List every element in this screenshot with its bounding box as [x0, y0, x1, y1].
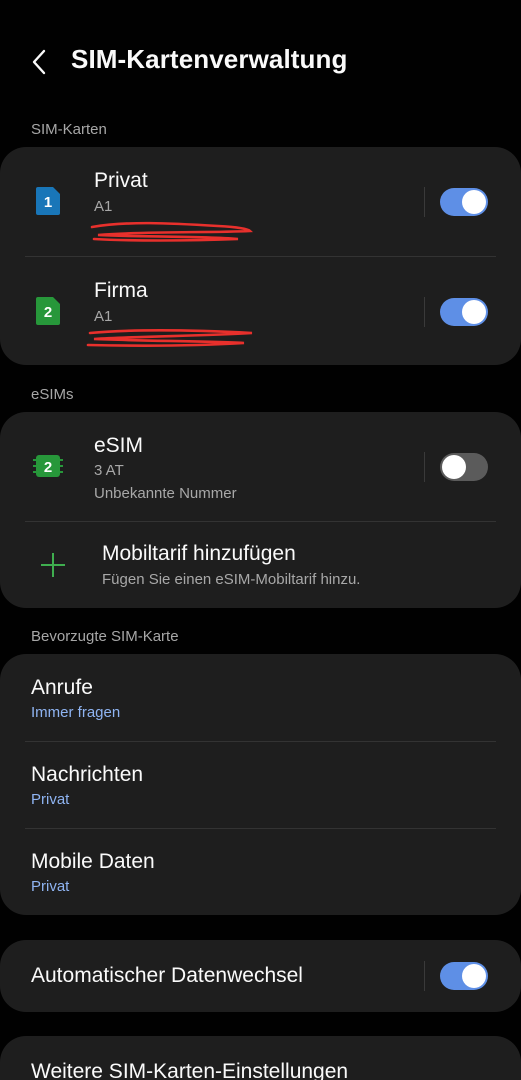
redaction-scribble [86, 329, 253, 347]
add-plan-subtitle: Fügen Sie einen eSIM-Mobiltarif hinzu. [102, 571, 361, 588]
messages-label: Nachrichten [31, 763, 144, 786]
more-sim-settings-row[interactable]: Weitere SIM-Karten-Einstellungen [0, 1036, 521, 1080]
esim-carrier: 3 AT [94, 462, 124, 479]
auto-data-switch-card: Automatischer Datenwechsel [0, 940, 521, 1012]
add-mobile-plan-row[interactable]: Mobiltarif hinzufügen Fügen Sie einen eS… [0, 522, 521, 608]
row-divider [424, 961, 425, 991]
back-arrow-icon[interactable] [26, 44, 56, 80]
section-label-preferred-sim: Bevorzugte SIM-Karte [31, 628, 179, 645]
auto-data-switch-label: Automatischer Datenwechsel [31, 964, 303, 987]
sim-cards-card: 1 Privat A1 2 Firma A1 [0, 147, 521, 365]
row-divider [424, 297, 425, 327]
calls-value: Immer fragen [31, 704, 121, 721]
mobile-data-value: Privat [31, 878, 70, 895]
redaction-scribble [90, 221, 254, 242]
add-plan-title: Mobiltarif hinzufügen [102, 542, 296, 565]
esim-toggle[interactable] [440, 453, 488, 481]
esim-name: eSIM [94, 434, 144, 457]
mobile-data-label: Mobile Daten [31, 850, 155, 873]
sim-carrier: A1 [94, 308, 113, 325]
esim-chip-icon: 2 [33, 455, 63, 477]
preferred-messages-row[interactable]: Nachrichten Privat [0, 741, 521, 828]
esim-row[interactable]: 2 eSIM 3 AT Unbekannte Nummer [0, 412, 521, 521]
plus-icon [41, 553, 65, 577]
sim-slot-label: 2 [44, 304, 52, 321]
row-divider [424, 452, 425, 482]
sim-name: Privat [94, 169, 148, 192]
section-label-esims: eSIMs [31, 386, 74, 403]
more-settings-label: Weitere SIM-Karten-Einstellungen [31, 1060, 349, 1080]
row-divider [424, 187, 425, 217]
sim-carrier: A1 [94, 198, 113, 215]
esims-card: 2 eSIM 3 AT Unbekannte Nummer Mobiltarif… [0, 412, 521, 608]
preferred-sim-card: Anrufe Immer fragen Nachrichten Privat M… [0, 654, 521, 915]
sim-card-row-privat[interactable]: 1 Privat A1 [0, 147, 521, 257]
sim-1-toggle[interactable] [440, 188, 488, 216]
preferred-mobile-data-row[interactable]: Mobile Daten Privat [0, 828, 521, 915]
top-app-bar: SIM-Kartenverwaltung [0, 0, 521, 125]
calls-label: Anrufe [31, 676, 93, 699]
auto-data-switch-toggle[interactable] [440, 962, 488, 990]
sim-slot-label: 1 [44, 194, 52, 211]
auto-data-switch-row[interactable]: Automatischer Datenwechsel [0, 940, 521, 1012]
preferred-calls-row[interactable]: Anrufe Immer fragen [0, 654, 521, 741]
page-title: SIM-Kartenverwaltung [71, 44, 348, 74]
messages-value: Privat [31, 791, 70, 808]
sim-name: Firma [94, 279, 148, 302]
more-settings-card: Weitere SIM-Karten-Einstellungen [0, 1036, 521, 1080]
sim-card-1-icon: 1 [36, 187, 60, 215]
esim-slot-label: 2 [44, 459, 52, 476]
esim-number: Unbekannte Nummer [94, 485, 237, 502]
sim-2-toggle[interactable] [440, 298, 488, 326]
section-label-sim-cards: SIM-Karten [31, 121, 107, 138]
sim-card-row-firma[interactable]: 2 Firma A1 [0, 257, 521, 365]
sim-card-2-icon: 2 [36, 297, 60, 325]
